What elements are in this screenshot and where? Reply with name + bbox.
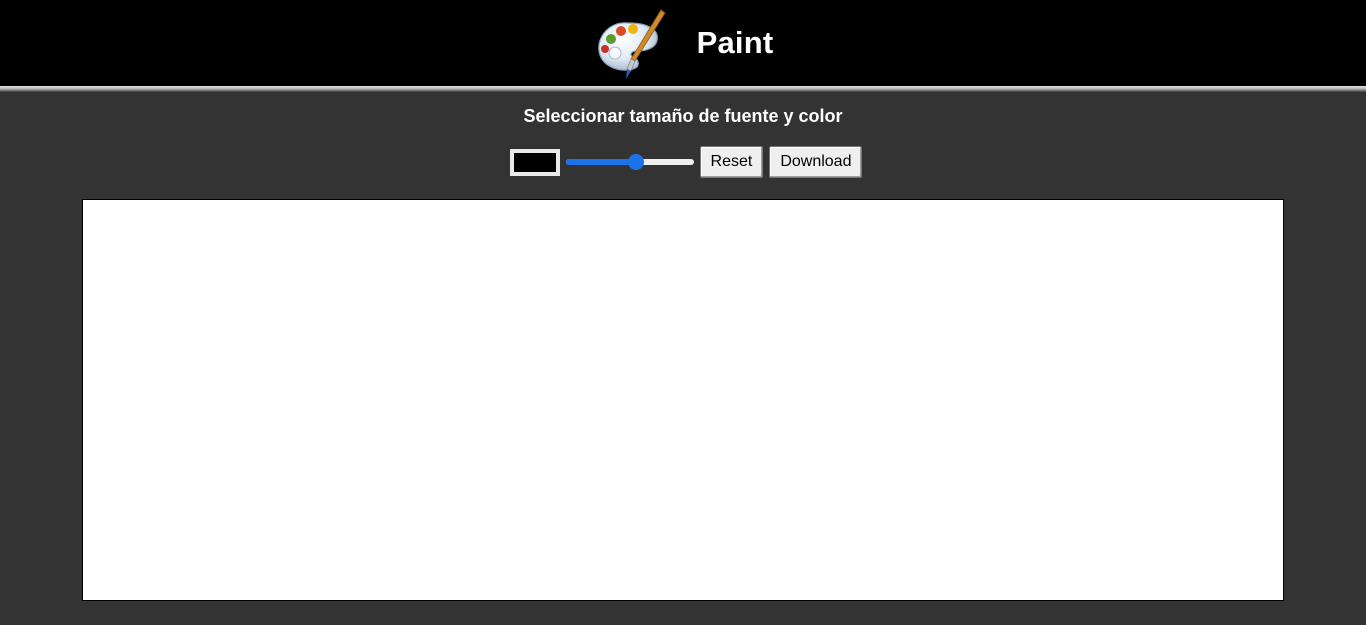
slider-thumb[interactable] — [627, 154, 644, 170]
slider-fill — [565, 159, 636, 165]
app-title: Paint — [696, 25, 774, 60]
paint-palette-icon — [597, 9, 666, 79]
color-picker[interactable] — [509, 148, 560, 176]
brush-size-slider[interactable] — [565, 154, 694, 170]
download-button[interactable]: Download — [769, 146, 863, 178]
toolbar: Reset Download — [0, 145, 1366, 179]
reset-button[interactable]: Reset — [699, 146, 764, 178]
header-bar: Paint — [0, 0, 1366, 86]
toolbar-heading: Seleccionar tamaño de fuente y color — [523, 106, 843, 126]
header-divider — [0, 86, 1366, 92]
drawing-canvas[interactable] — [82, 199, 1284, 601]
